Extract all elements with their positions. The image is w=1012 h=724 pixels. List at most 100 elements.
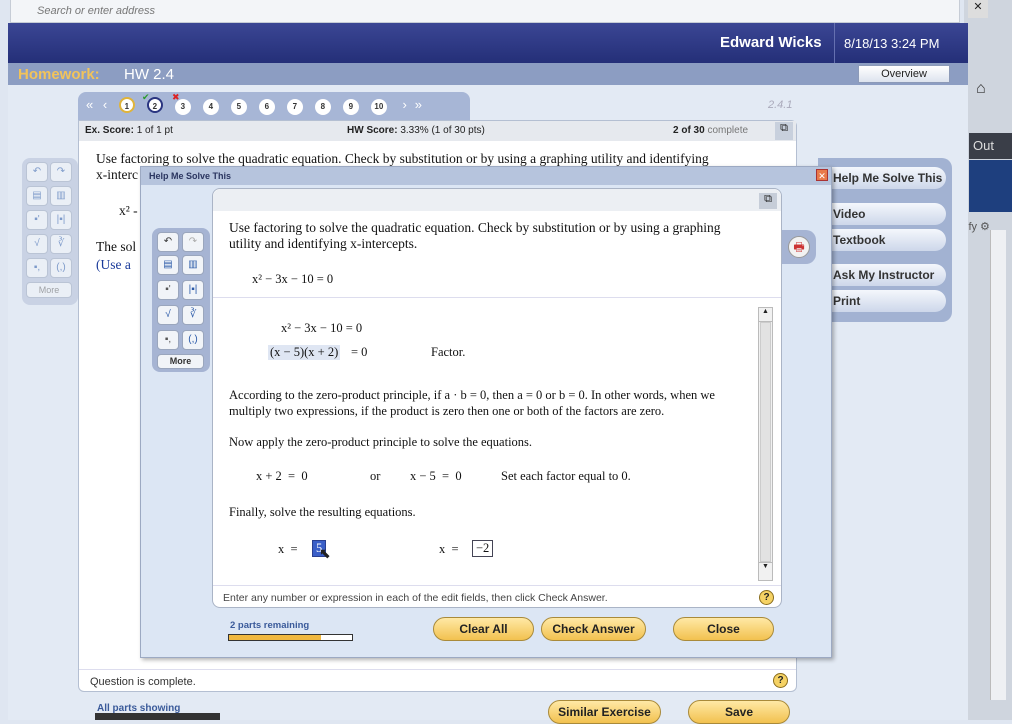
exponent-icon[interactable]: ▪' <box>157 280 179 300</box>
video-button[interactable]: Video <box>832 203 946 225</box>
parts-bar <box>95 713 220 720</box>
help-me-solve-button[interactable]: Help Me Solve This <box>832 167 946 189</box>
factored-form: (x − 5)(x + 2) <box>268 345 341 360</box>
ordered-pair-icon[interactable]: (,) <box>50 258 72 278</box>
expand-icon[interactable]: ⧉ <box>759 193 777 209</box>
complete-label: complete <box>707 125 749 136</box>
nth-root-icon[interactable]: ∛ <box>50 234 72 254</box>
question-1-button[interactable]: 1 <box>118 97 135 113</box>
redo-icon[interactable]: ↷ <box>50 162 72 182</box>
complete-count: 2 of 30 <box>673 125 705 136</box>
homework-name: HW 2.4 <box>124 66 175 83</box>
mixed-number-icon[interactable]: ▥ <box>182 255 204 275</box>
sqrt-icon[interactable]: √ <box>157 305 179 325</box>
question-7-button[interactable]: 7 <box>286 99 303 115</box>
or-text: or <box>370 469 381 483</box>
datetime: 8/18/13 3:24 PM <box>844 36 940 51</box>
factor-note: Factor. <box>431 345 466 359</box>
print-button[interactable]: Print <box>832 290 946 312</box>
parts-progress-bar <box>228 634 353 641</box>
last-question-button[interactable]: » <box>415 97 422 112</box>
absolute-value-icon[interactable]: |▪| <box>182 280 204 300</box>
scroll-up-icon[interactable]: ▲ <box>759 308 772 322</box>
scrollbar[interactable]: ▲ ▼ <box>758 307 773 581</box>
more-button[interactable]: More <box>26 282 72 298</box>
panel-header <box>213 189 781 211</box>
textbook-button[interactable]: Textbook <box>832 229 946 251</box>
scrollbar[interactable] <box>990 230 1006 700</box>
dialog-close-icon[interactable]: ✕ <box>816 169 828 181</box>
question-equation: x² - <box>119 203 138 218</box>
address-bar[interactable]: Search or enter address <box>10 0 960 23</box>
factor-equation-b: x − 5 = 0 <box>410 469 462 483</box>
similar-exercise-button[interactable]: Similar Exercise <box>548 700 661 724</box>
zero-product-text: According to the zero-product principle,… <box>229 388 715 418</box>
home-icon[interactable]: ⌂ <box>976 80 986 98</box>
help-icon[interactable]: ? <box>773 673 788 688</box>
solution-text: The sol <box>96 239 137 254</box>
question-9-button[interactable]: 9 <box>342 99 359 115</box>
save-button[interactable]: Save <box>688 700 790 724</box>
print-icon[interactable]: 🖶 <box>788 236 810 258</box>
solution-panel: ⧉ Use factoring to solve the quadratic e… <box>212 188 782 608</box>
dialog-prompt: Use factoring to solve the quadratic equ… <box>229 220 721 251</box>
overview-button[interactable]: Overview <box>858 65 950 83</box>
apply-text: Now apply the zero-product principle to … <box>229 435 533 449</box>
scroll-down-icon[interactable]: ▼ <box>759 562 772 576</box>
nth-root-icon[interactable]: ∛ <box>182 305 204 325</box>
top-header: Edward Wicks 8/18/13 3:24 PM <box>8 23 968 63</box>
undo-icon[interactable]: ↶ <box>26 162 48 182</box>
close-tab-icon[interactable]: ✕ <box>968 0 988 18</box>
prev-question-button[interactable]: ‹ <box>103 97 107 112</box>
answer-field-2[interactable]: −2 <box>472 540 494 557</box>
question-nav: « ‹ 1 2 3 4 5 6 7 8 9 10 ›» ✔ ✖ <box>78 92 470 120</box>
section-number: 2.4.1 <box>768 99 793 111</box>
dialog-title: Help Me Solve This <box>141 167 831 185</box>
more-button[interactable]: More <box>157 354 204 369</box>
fraction-icon[interactable]: ▤ <box>26 186 48 206</box>
scroll-thumb[interactable] <box>760 322 771 562</box>
undo-icon[interactable]: ↶ <box>157 232 179 252</box>
question-10-button[interactable]: 10 <box>370 99 387 115</box>
redo-icon[interactable]: ↷ <box>182 232 204 252</box>
exponent-icon[interactable]: ▪' <box>26 210 48 230</box>
question-5-button[interactable]: 5 <box>230 99 247 115</box>
mixed-number-icon[interactable]: ▥ <box>50 186 72 206</box>
subscript-icon[interactable]: ▪, <box>26 258 48 278</box>
sign-out-button[interactable]: Out <box>969 133 1012 159</box>
question-4-button[interactable]: 4 <box>202 99 219 115</box>
question-6-button[interactable]: 6 <box>258 99 275 115</box>
homework-label: Homework: <box>18 66 100 83</box>
check-answer-button[interactable]: Check Answer <box>541 617 646 641</box>
check-mark-icon: ✔ <box>142 92 150 102</box>
math-toolbar-background: ↶ ↷ ▤ ▥ ▪' |▪| √ ∛ ▪, (,) More <box>22 158 78 305</box>
ask-instructor-button[interactable]: Ask My Instructor <box>832 264 946 286</box>
browser-side-chrome: ✕ ⌂ Out Outify ⚙ <box>964 0 1012 720</box>
clear-all-button[interactable]: Clear All <box>433 617 534 641</box>
step1-equation: x² − 3x − 10 = 0 <box>281 321 363 335</box>
ordered-pair-icon[interactable]: (,) <box>182 330 204 350</box>
sqrt-icon[interactable]: √ <box>26 234 48 254</box>
ex-score-label: Ex. Score: <box>85 125 134 136</box>
math-toolbar: ↶ ↷ ▤ ▥ ▪' |▪| √ ∛ ▪, (,) More <box>152 228 210 372</box>
dialog-equation: x² − 3x − 10 = 0 <box>252 272 334 286</box>
x-label-2: x = <box>439 542 459 556</box>
side-panel <box>969 160 1012 212</box>
next-question-button[interactable]: › <box>402 97 406 112</box>
print-icon-panel: 🖶 <box>782 230 816 264</box>
close-button[interactable]: Close <box>673 617 774 641</box>
modify-link[interactable]: Outify ⚙ <box>966 220 990 233</box>
factored-rhs: = 0 <box>351 345 368 359</box>
expand-icon[interactable]: ⧉ <box>775 122 793 140</box>
subscript-icon[interactable]: ▪, <box>157 330 179 350</box>
factor-equation-a: x + 2 = 0 <box>256 469 308 483</box>
absolute-value-icon[interactable]: |▪| <box>50 210 72 230</box>
first-question-button[interactable]: « <box>86 97 93 112</box>
parts-remaining: 2 parts remaining <box>230 620 310 631</box>
mouse-cursor-icon: ⬉ <box>319 545 331 561</box>
help-icon[interactable]: ? <box>759 590 774 605</box>
question-8-button[interactable]: 8 <box>314 99 331 115</box>
fraction-icon[interactable]: ▤ <box>157 255 179 275</box>
score-bar: Ex. Score: 1 of 1 pt HW Score: 3.33% (1 … <box>79 121 796 141</box>
x-mark-icon: ✖ <box>172 92 180 102</box>
